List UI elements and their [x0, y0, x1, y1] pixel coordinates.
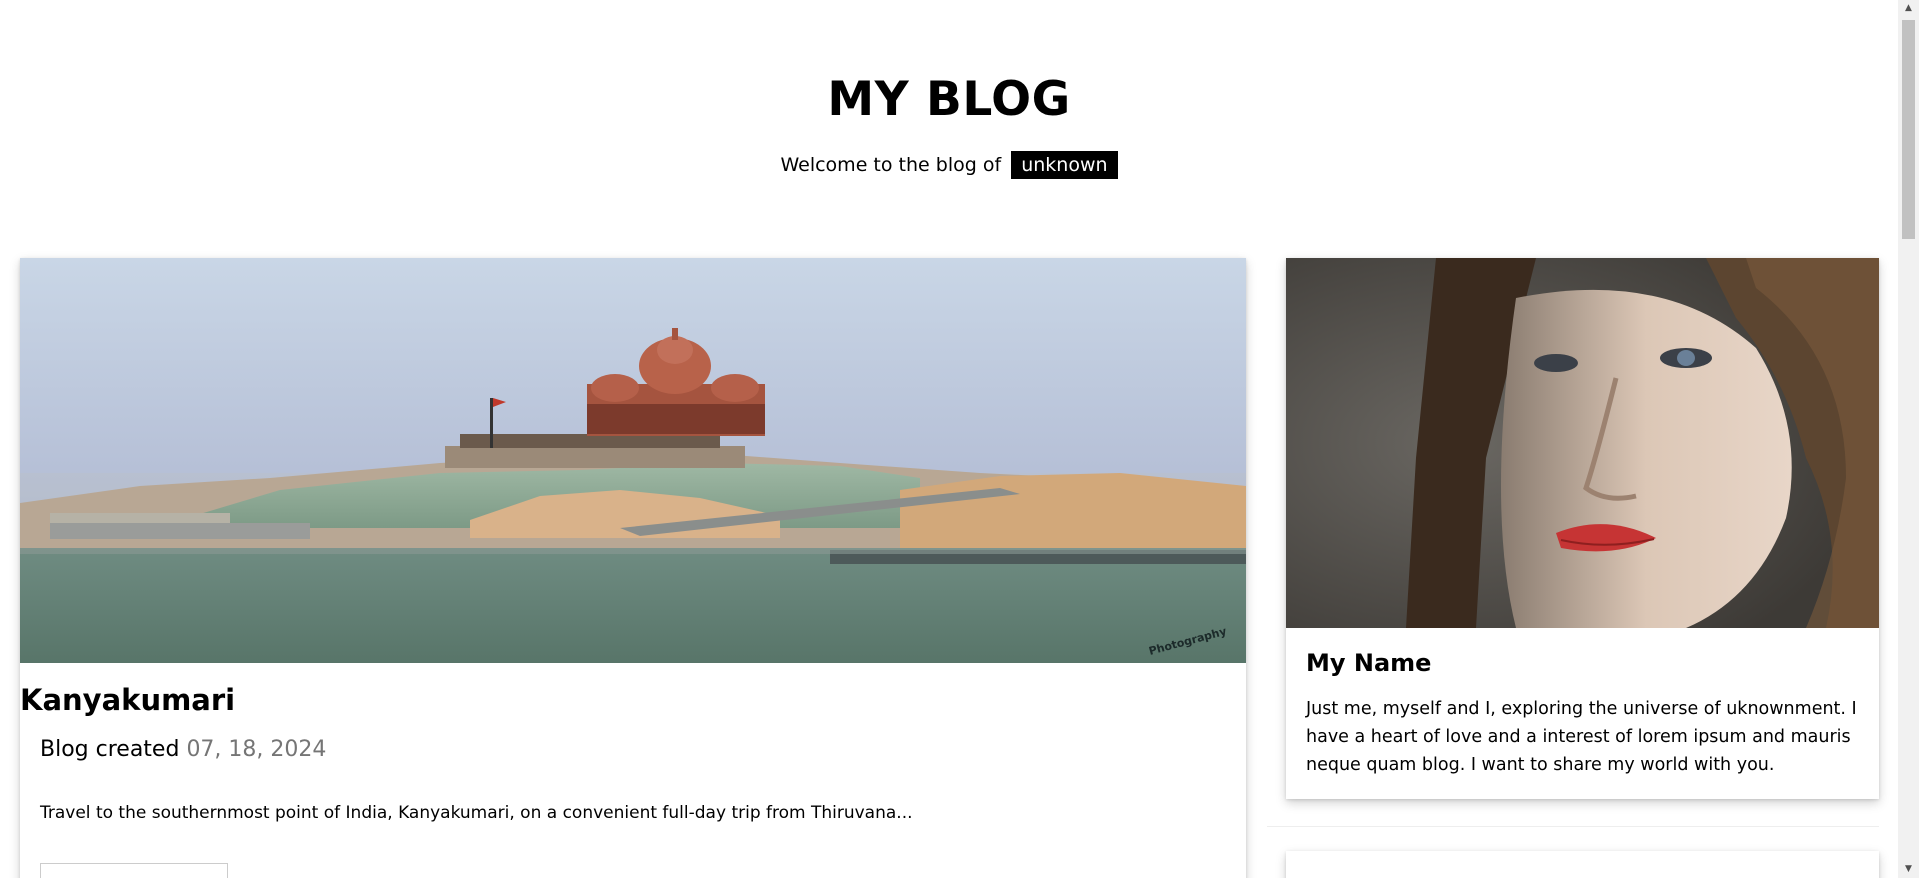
portrait-image — [1286, 258, 1879, 628]
profile-photo — [1286, 258, 1879, 628]
created-label: Blog created — [40, 737, 180, 762]
scroll-up-arrow-icon[interactable]: ▲ — [1898, 0, 1919, 17]
sidebar-divider — [1267, 826, 1879, 827]
post-date: 07, 18, 2024 — [186, 737, 327, 762]
profile-card: My Name Just me, myself and I, exploring… — [1286, 258, 1879, 799]
tagline: Welcome to the blog of unknown — [0, 151, 1898, 179]
post-hero-image: Photography — [20, 258, 1246, 663]
blog-post-card: Photography — [20, 258, 1246, 878]
read-more-button[interactable] — [40, 863, 228, 878]
kanyakumari-photo: Photography — [20, 258, 1246, 663]
profile-bio: Just me, myself and I, exploring the uni… — [1306, 699, 1857, 775]
page-scrollbar[interactable]: ▲ ▼ — [1898, 0, 1919, 878]
post-meta: Blog created 07, 18, 2024 — [40, 735, 326, 765]
post-excerpt: Travel to the southernmost point of Indi… — [40, 803, 913, 823]
site-title: MY BLOG — [827, 72, 1071, 127]
profile-name: My Name — [1306, 649, 1432, 677]
scrollbar-thumb[interactable] — [1902, 20, 1915, 239]
sidebar-card-next — [1286, 851, 1879, 878]
post-title[interactable]: Kanyakumari — [20, 680, 235, 720]
page: MY BLOG Welcome to the blog of unknown P… — [0, 0, 1919, 878]
tagline-prefix: Welcome to the blog of — [780, 154, 1002, 176]
scroll-down-arrow-icon[interactable]: ▼ — [1898, 861, 1919, 878]
author-tag: unknown — [1011, 151, 1118, 179]
